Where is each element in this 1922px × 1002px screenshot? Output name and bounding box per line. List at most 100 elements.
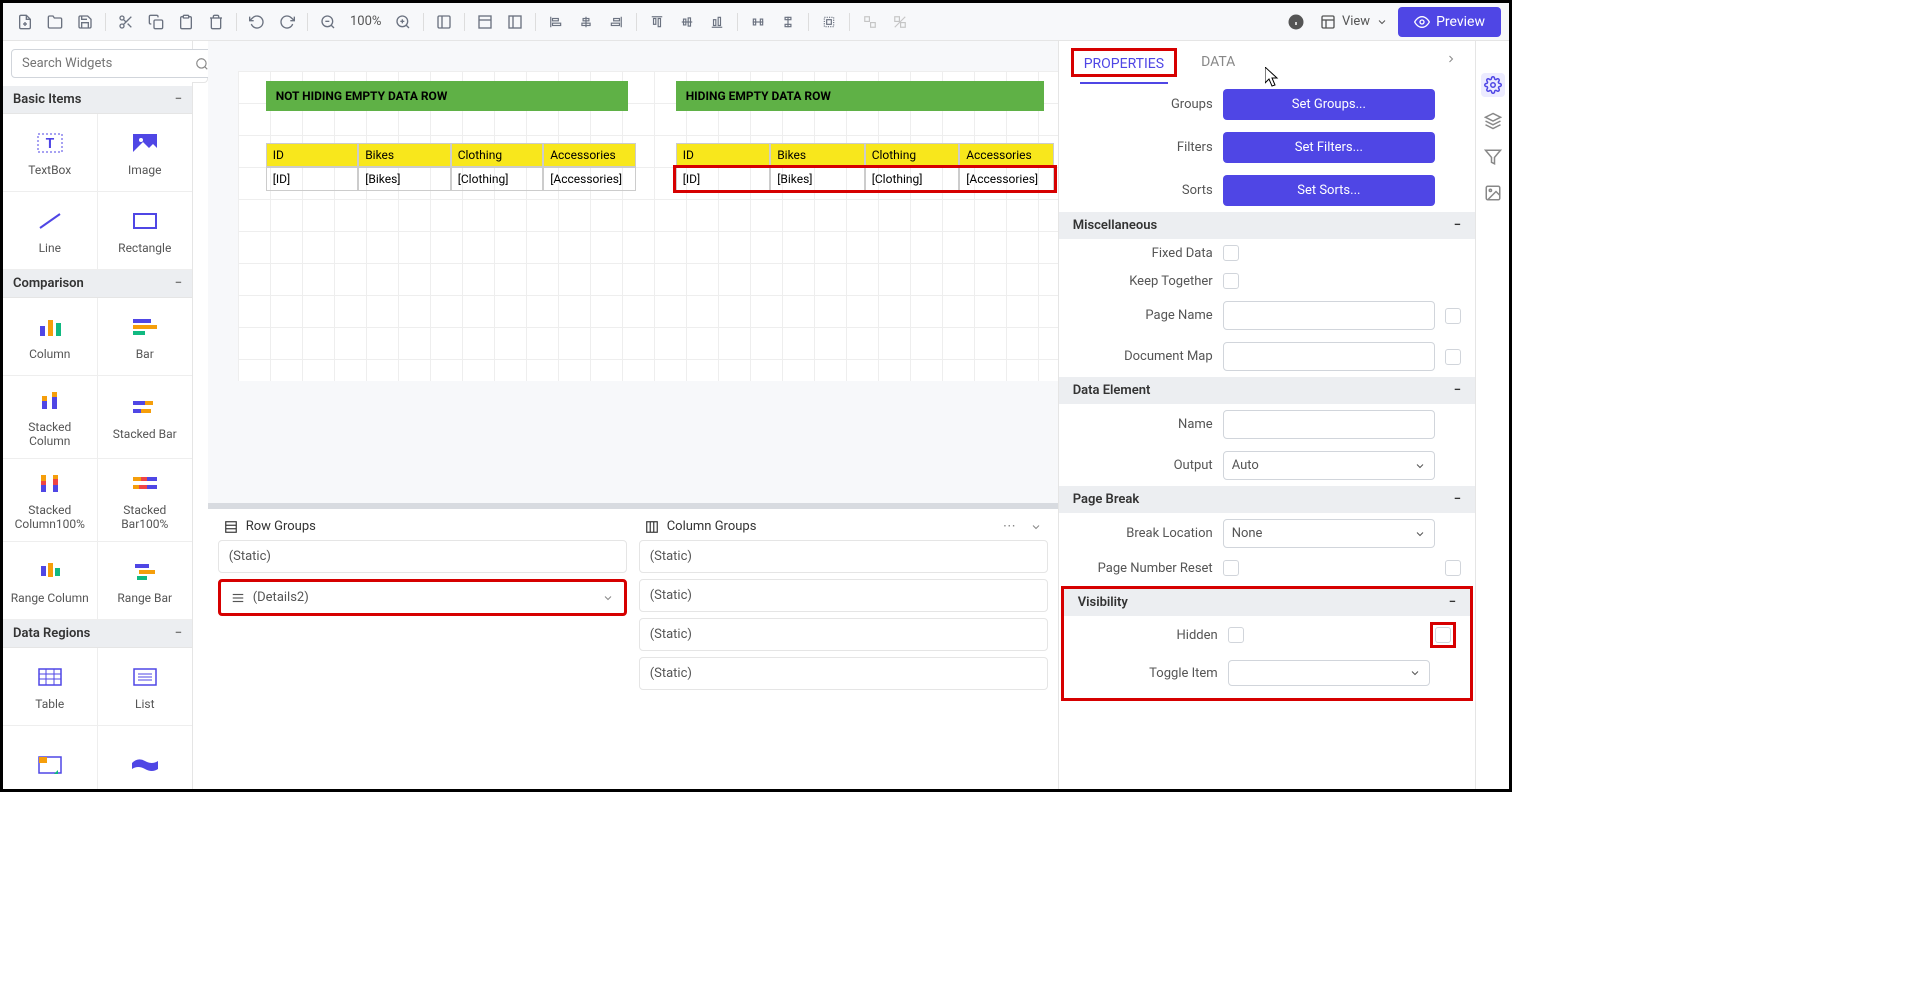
widget-bar[interactable]: Bar xyxy=(98,298,193,376)
widget-list[interactable]: List xyxy=(98,648,193,726)
hidden-expression-button[interactable] xyxy=(1435,627,1451,643)
delete-icon[interactable] xyxy=(202,8,230,36)
table-data-cell[interactable]: [ID] xyxy=(676,167,771,191)
widget-stacked-bar[interactable]: Stacked Bar xyxy=(98,376,193,459)
table-title-2[interactable]: HIDING EMPTY DATA ROW xyxy=(676,81,1044,111)
widget-column[interactable]: Column xyxy=(3,298,98,376)
table-data-cell[interactable]: [Clothing] xyxy=(451,167,544,191)
layout-icon[interactable] xyxy=(430,8,458,36)
info-icon[interactable] xyxy=(1282,8,1310,36)
misc-group-header[interactable]: Miscellaneous− xyxy=(1059,212,1475,239)
row-group-item-selected[interactable]: (Details2) xyxy=(218,579,627,616)
name-input[interactable] xyxy=(1223,410,1435,439)
visibility-group-header[interactable]: Visibility− xyxy=(1064,589,1470,616)
table-header-cell[interactable]: Clothing xyxy=(451,143,544,167)
table-data-cell[interactable]: [Clothing] xyxy=(865,167,960,191)
new-file-icon[interactable] xyxy=(11,8,39,36)
tab-properties[interactable]: PROPERTIES xyxy=(1080,46,1168,84)
table-1[interactable]: ID Bikes Clothing Accessories [ID] [Bike… xyxy=(266,143,636,191)
filter-icon[interactable] xyxy=(1481,145,1505,169)
chevron-down-icon[interactable] xyxy=(1030,521,1042,533)
col-group-item[interactable]: (Static) xyxy=(639,618,1048,651)
table-header-cell[interactable]: ID xyxy=(266,143,359,167)
align-right-icon[interactable] xyxy=(602,8,630,36)
expression-button[interactable] xyxy=(1445,349,1461,365)
table-title-1[interactable]: NOT HIDING EMPTY DATA ROW xyxy=(266,81,628,111)
widget-textbox[interactable]: TTextBox xyxy=(3,114,98,192)
page-name-input[interactable] xyxy=(1223,301,1435,330)
set-groups-button[interactable]: Set Groups... xyxy=(1223,89,1435,120)
widget-stacked-column-100[interactable]: Stacked Column100% xyxy=(3,459,98,542)
search-input[interactable] xyxy=(11,49,217,78)
insert-row-icon[interactable] xyxy=(471,8,499,36)
save-icon[interactable] xyxy=(71,8,99,36)
table-2[interactable]: ID Bikes Clothing Accessories [ID] [Bike… xyxy=(676,143,1054,191)
zoom-level[interactable]: 100% xyxy=(344,14,387,29)
row-group-item[interactable]: (Static) xyxy=(218,540,627,573)
page-number-reset-checkbox[interactable] xyxy=(1223,560,1239,576)
align-top-icon[interactable] xyxy=(643,8,671,36)
settings-icon[interactable] xyxy=(1481,73,1505,97)
distribute-h-icon[interactable] xyxy=(744,8,772,36)
copy-icon[interactable] xyxy=(142,8,170,36)
table-header-cell[interactable]: Clothing xyxy=(865,143,960,167)
output-select[interactable]: Auto xyxy=(1223,451,1435,480)
comparison-section-header[interactable]: Comparison− xyxy=(3,270,192,298)
view-dropdown[interactable]: View xyxy=(1312,14,1396,30)
zoom-in-icon[interactable] xyxy=(389,8,417,36)
cut-icon[interactable] xyxy=(112,8,140,36)
basic-items-section-header[interactable]: Basic Items− xyxy=(3,86,192,114)
doc-map-input[interactable] xyxy=(1223,342,1435,371)
fixed-data-checkbox[interactable] xyxy=(1223,245,1239,261)
set-sorts-button[interactable]: Set Sorts... xyxy=(1223,175,1435,206)
table-header-cell[interactable]: Bikes xyxy=(358,143,451,167)
widget-table[interactable]: Table xyxy=(3,648,98,726)
chevron-right-icon[interactable] xyxy=(1445,53,1463,71)
col-group-item[interactable]: (Static) xyxy=(639,657,1048,690)
widget-stacked-bar-100[interactable]: Stacked Bar100% xyxy=(98,459,193,542)
table-header-cell[interactable]: Bikes xyxy=(770,143,865,167)
image-icon[interactable] xyxy=(1481,181,1505,205)
undo-icon[interactable] xyxy=(243,8,271,36)
break-location-select[interactable]: None xyxy=(1223,519,1435,548)
align-middle-icon[interactable] xyxy=(673,8,701,36)
insert-col-icon[interactable] xyxy=(501,8,529,36)
chevron-down-icon[interactable] xyxy=(602,592,614,604)
table-header-cell[interactable]: Accessories xyxy=(959,143,1054,167)
expression-button[interactable] xyxy=(1445,560,1461,576)
open-folder-icon[interactable] xyxy=(41,8,69,36)
more-options-icon[interactable]: ⋯ xyxy=(1003,519,1016,534)
widget-range-column[interactable]: Range Column xyxy=(3,542,98,620)
size-icon[interactable] xyxy=(815,8,843,36)
align-center-h-icon[interactable] xyxy=(572,8,600,36)
preview-button[interactable]: Preview xyxy=(1398,7,1501,37)
distribute-v-icon[interactable] xyxy=(774,8,802,36)
table-data-cell[interactable]: [ID] xyxy=(266,167,359,191)
group-icon[interactable] xyxy=(856,8,884,36)
table-header-cell[interactable]: Accessories xyxy=(543,143,636,167)
widget-line[interactable]: Line xyxy=(3,192,98,270)
set-filters-button[interactable]: Set Filters... xyxy=(1223,132,1435,163)
expression-button[interactable] xyxy=(1445,308,1461,324)
widget-stacked-column[interactable]: Stacked Column xyxy=(3,376,98,459)
toggle-item-select[interactable] xyxy=(1228,660,1430,686)
table-data-cell[interactable]: [Bikes] xyxy=(770,167,865,191)
col-group-item[interactable]: (Static) xyxy=(639,540,1048,573)
hidden-checkbox[interactable] xyxy=(1228,627,1244,643)
widget-pivot[interactable] xyxy=(3,726,98,792)
ungroup-icon[interactable] xyxy=(886,8,914,36)
keep-together-checkbox[interactable] xyxy=(1223,273,1239,289)
layers-icon[interactable] xyxy=(1481,109,1505,133)
align-bottom-icon[interactable] xyxy=(703,8,731,36)
tab-data[interactable]: DATA xyxy=(1197,44,1239,80)
paste-icon[interactable] xyxy=(172,8,200,36)
table-data-cell[interactable]: [Bikes] xyxy=(358,167,451,191)
widget-map[interactable] xyxy=(98,726,193,792)
col-group-item[interactable]: (Static) xyxy=(639,579,1048,612)
data-regions-section-header[interactable]: Data Regions− xyxy=(3,620,192,648)
zoom-out-icon[interactable] xyxy=(314,8,342,36)
data-element-group-header[interactable]: Data Element− xyxy=(1059,377,1475,404)
canvas-area[interactable]: NOT HIDING EMPTY DATA ROW HIDING EMPTY D… xyxy=(208,41,1058,503)
table-data-cell[interactable]: [Accessories] xyxy=(543,167,636,191)
widget-rectangle[interactable]: Rectangle xyxy=(98,192,193,270)
